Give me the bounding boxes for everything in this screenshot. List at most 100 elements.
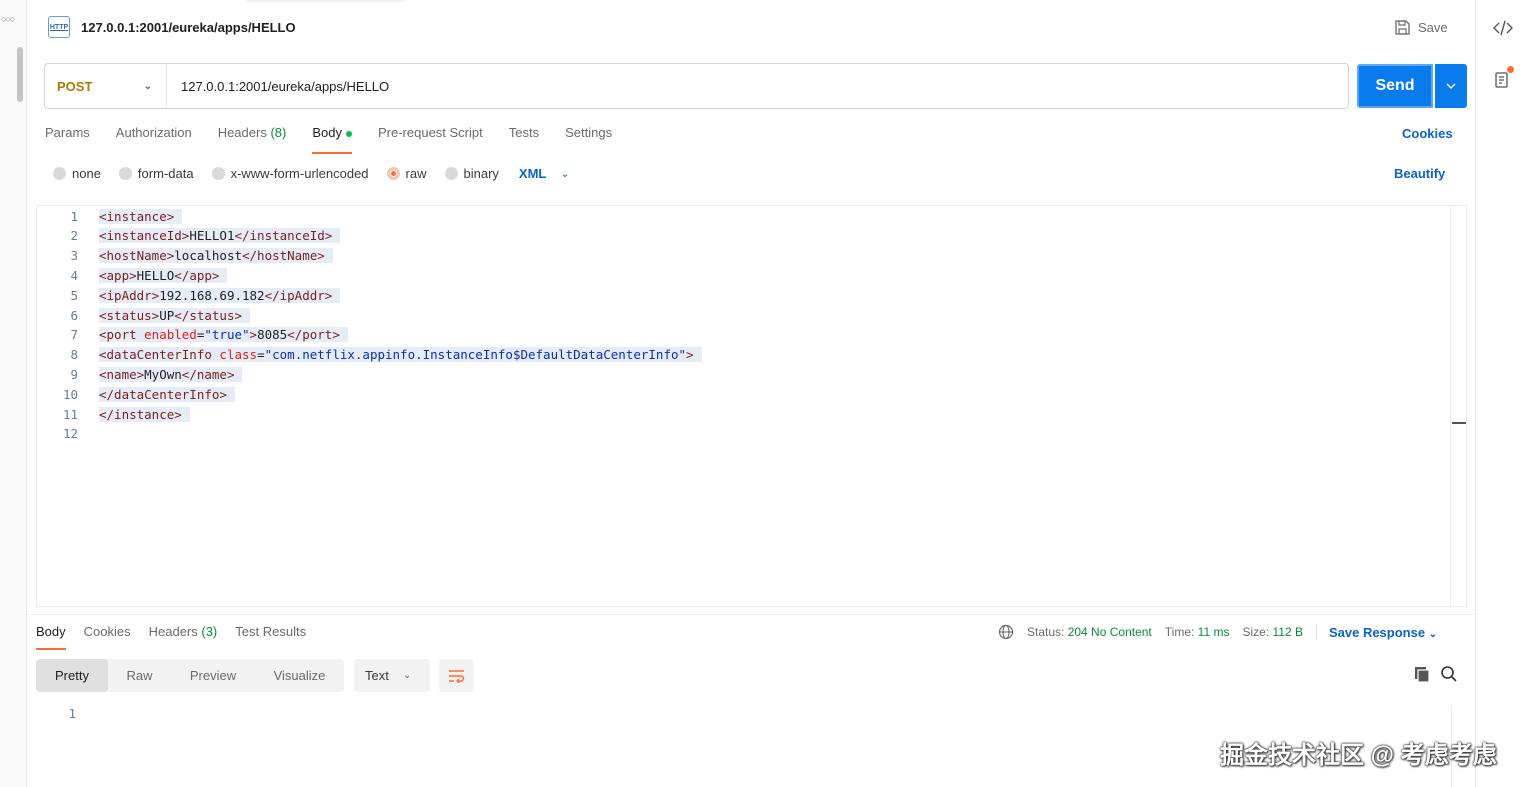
tab-headers[interactable]: Headers (8) bbox=[218, 125, 287, 153]
tab-params[interactable]: Params bbox=[45, 125, 90, 153]
code-text: <status>UP</status> bbox=[99, 307, 251, 323]
response-line-number: 1 bbox=[68, 706, 76, 721]
right-sidebar bbox=[1475, 0, 1529, 787]
tab-tests[interactable]: Tests bbox=[509, 125, 539, 153]
radio-none[interactable]: none bbox=[53, 166, 101, 181]
response-meta: Status: 204 No Content Time: 11 ms Size:… bbox=[998, 624, 1437, 640]
radio-form-data[interactable]: form-data bbox=[118, 166, 194, 181]
code-line[interactable]: 2 <instanceId>HELLO1</instanceId> bbox=[37, 226, 341, 246]
sidebar-scrollbar[interactable] bbox=[17, 47, 23, 102]
code-snippet-icon[interactable] bbox=[1492, 19, 1514, 37]
code-line[interactable]: 12 bbox=[37, 424, 78, 444]
code-text: <app>HELLO</app> bbox=[99, 267, 228, 283]
line-number: 9 bbox=[70, 366, 78, 382]
chevron-down-icon bbox=[1446, 83, 1456, 89]
beautify-button[interactable]: Beautify bbox=[1394, 166, 1445, 181]
save-response-button[interactable]: Save Response ⌄ bbox=[1329, 625, 1437, 640]
response-divider[interactable] bbox=[27, 614, 1475, 615]
line-number: 8 bbox=[70, 347, 78, 363]
time-value: 11 ms bbox=[1197, 625, 1230, 639]
tab-pre-request-script[interactable]: Pre-request Script bbox=[378, 125, 483, 153]
radio-urlencoded[interactable]: x-www-form-urlencoded bbox=[211, 166, 369, 181]
code-line[interactable]: 3 <hostName>localhost</hostName> bbox=[37, 246, 333, 266]
editor-scrollbar[interactable] bbox=[1450, 206, 1466, 606]
line-number: 12 bbox=[62, 426, 78, 442]
response-view-toggle: Pretty Raw Preview Visualize bbox=[36, 659, 344, 692]
tab-body[interactable]: Body bbox=[312, 125, 352, 154]
request-header: HTTP 127.0.0.1:2001/eureka/apps/HELLO bbox=[48, 16, 296, 38]
code-text: </instance> bbox=[99, 406, 190, 422]
chevron-down-icon[interactable]: ⌄ bbox=[560, 167, 569, 180]
radio-icon bbox=[118, 167, 132, 180]
line-number: 3 bbox=[70, 248, 78, 264]
request-title[interactable]: 127.0.0.1:2001/eureka/apps/HELLO bbox=[81, 20, 296, 35]
tab-authorization[interactable]: Authorization bbox=[116, 125, 192, 153]
view-preview[interactable]: Preview bbox=[171, 659, 255, 692]
line-number: 4 bbox=[70, 267, 78, 283]
request-body-editor[interactable]: 1 <instance> 2 <instanceId>HELLO1</instance… bbox=[36, 205, 1467, 607]
language-select[interactable]: XML bbox=[519, 166, 546, 181]
code-line[interactable]: 4 <app>HELLO</app> bbox=[37, 265, 228, 285]
line-number: 2 bbox=[70, 228, 78, 244]
tab-strip-edge bbox=[247, 0, 405, 2]
code-line[interactable]: 5 <ipAddr>192.168.69.182</ipAddr> bbox=[37, 285, 341, 305]
response-tabs: Body Cookies Headers (3) Test Results bbox=[36, 624, 324, 650]
code-line[interactable]: 10 </dataCenterInfo> bbox=[37, 384, 235, 404]
radio-icon bbox=[53, 167, 66, 180]
method-select[interactable]: POST ⌄ bbox=[45, 64, 167, 108]
copy-icon[interactable] bbox=[1413, 665, 1431, 683]
view-raw[interactable]: Raw bbox=[108, 659, 171, 692]
response-tab-cookies[interactable]: Cookies bbox=[84, 624, 131, 650]
code-text: <hostName>localhost</hostName> bbox=[99, 248, 333, 264]
code-text: <dataCenterInfo class="com.netflix.appin… bbox=[99, 347, 702, 363]
request-tabs: Params Authorization Headers (8) Body Pr… bbox=[45, 125, 638, 154]
documentation-icon[interactable] bbox=[1494, 70, 1512, 90]
tab-settings[interactable]: Settings bbox=[565, 125, 612, 153]
save-icon bbox=[1395, 20, 1410, 35]
scrollbar-marker bbox=[1452, 422, 1466, 424]
radio-binary[interactable]: binary bbox=[444, 166, 499, 181]
notification-dot bbox=[1507, 66, 1514, 73]
chevron-down-icon: ⌄ bbox=[143, 80, 152, 92]
search-icon[interactable] bbox=[1440, 665, 1458, 683]
method-label: POST bbox=[57, 78, 93, 94]
send-options-button[interactable] bbox=[1435, 64, 1467, 108]
code-line[interactable]: 6 <status>UP</status> bbox=[37, 305, 251, 325]
response-tab-body[interactable]: Body bbox=[36, 624, 66, 650]
http-icon: HTTP bbox=[48, 16, 70, 38]
code-line[interactable]: 8 <dataCenterInfo class="com.netflix.appi… bbox=[37, 345, 702, 365]
body-indicator-dot bbox=[345, 130, 352, 137]
code-line[interactable]: 7 <port enabled="true">8085</port> bbox=[37, 325, 348, 345]
response-format-select[interactable]: Text ⌄ bbox=[354, 659, 430, 692]
view-pretty[interactable]: Pretty bbox=[36, 659, 108, 692]
cookies-link[interactable]: Cookies bbox=[1402, 126, 1453, 141]
response-tab-test-results[interactable]: Test Results bbox=[235, 624, 306, 650]
response-tab-headers[interactable]: Headers (3) bbox=[149, 624, 218, 650]
code-line[interactable]: 11 </instance> bbox=[37, 404, 190, 424]
more-icon[interactable]: ○○○ bbox=[1, 14, 15, 24]
url-input[interactable]: 127.0.0.1:2001/eureka/apps/HELLO bbox=[167, 79, 389, 94]
view-visualize[interactable]: Visualize bbox=[255, 659, 344, 692]
code-line[interactable]: 1 <instance> bbox=[37, 206, 183, 226]
code-text: <ipAddr>192.168.69.182</ipAddr> bbox=[99, 287, 341, 303]
send-button[interactable]: Send bbox=[1357, 64, 1433, 108]
chevron-down-icon: ⌄ bbox=[402, 670, 412, 681]
radio-icon bbox=[211, 167, 225, 180]
save-button[interactable]: Save bbox=[1394, 19, 1448, 36]
radio-raw[interactable]: raw bbox=[386, 166, 427, 181]
code-line[interactable]: 9 <name>MyOwn</name> bbox=[37, 364, 243, 384]
wrap-icon bbox=[448, 669, 464, 683]
url-bar: POST ⌄ 127.0.0.1:2001/eureka/apps/HELLO bbox=[44, 63, 1349, 109]
globe-icon[interactable] bbox=[998, 624, 1014, 640]
line-number: 10 bbox=[62, 386, 78, 402]
divider bbox=[1315, 624, 1317, 640]
watermark: 掘金技术社区 @ 考虑考虑 bbox=[1220, 742, 1497, 769]
size-text: Size: 112 B bbox=[1242, 625, 1303, 639]
line-number: 5 bbox=[70, 287, 78, 303]
line-number: 11 bbox=[62, 406, 78, 422]
line-number: 7 bbox=[70, 327, 78, 343]
body-type-selector: none form-data x-www-form-urlencoded raw… bbox=[53, 166, 570, 181]
chevron-down-icon: ⌄ bbox=[1428, 628, 1438, 640]
line-number: 1 bbox=[70, 208, 78, 224]
wrap-lines-button[interactable] bbox=[439, 659, 474, 692]
